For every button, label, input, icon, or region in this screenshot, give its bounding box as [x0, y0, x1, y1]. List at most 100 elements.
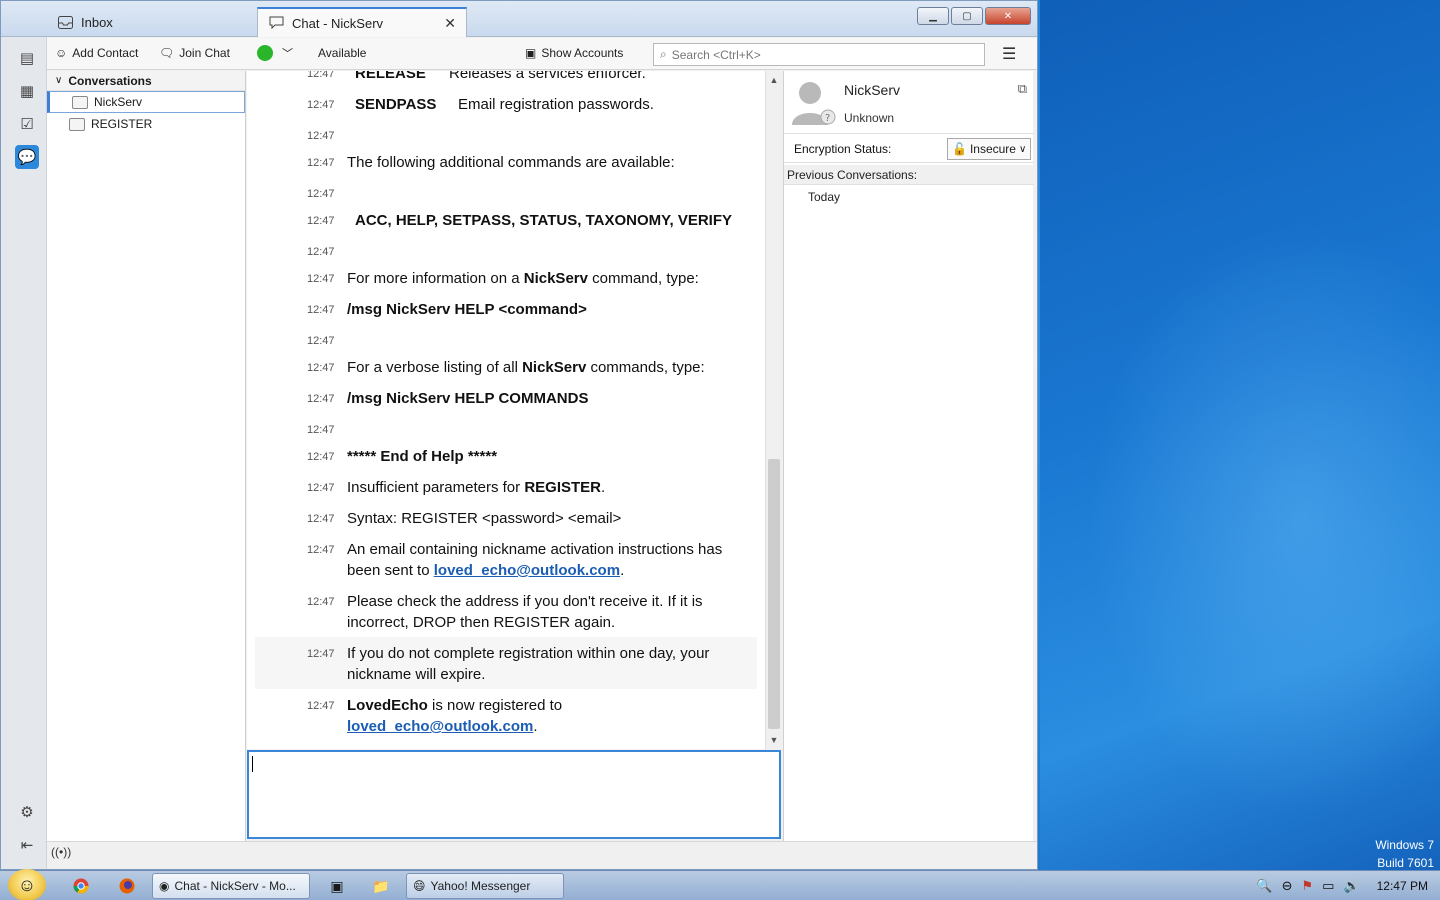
remote-desktop-icon[interactable]: ▣: [326, 874, 348, 898]
message-time: 12:47: [307, 393, 335, 405]
message-time: 12:47: [307, 188, 335, 200]
message-row-hovered: 12:47 If you do not complete registratio…: [255, 637, 757, 689]
scroll-down-icon[interactable]: ▼: [766, 733, 782, 747]
app-menu-icon[interactable]: ☰: [1002, 44, 1016, 64]
chat-scrollbar[interactable]: ▲ ▼: [765, 71, 781, 749]
close-tab-icon[interactable]: ✕: [444, 15, 456, 32]
command-name: SENDPASS: [355, 96, 437, 113]
scroll-up-icon[interactable]: ▲: [766, 73, 782, 87]
start-button[interactable]: ☺: [8, 869, 46, 900]
minimize-button[interactable]: ▁: [917, 7, 949, 25]
message-time: 12:47: [307, 648, 335, 660]
email-link[interactable]: loved_echo@outlook.com: [434, 562, 620, 579]
message-text: commands, type:: [586, 359, 705, 376]
chevron-down-icon: ∨: [55, 75, 63, 86]
encryption-row: Encryption Status: 🔓 Insecure ∨: [784, 133, 1034, 163]
message-time: 12:47: [307, 273, 335, 285]
firefox-icon[interactable]: [116, 874, 138, 898]
title-bar: Inbox Chat - NickServ ✕ ▁ ▢ ✕: [1, 1, 1037, 37]
join-chat-button[interactable]: 🗨 Join Chat: [159, 46, 230, 60]
calendar-icon[interactable]: ▦: [15, 79, 39, 103]
clock[interactable]: 12:47 PM: [1377, 879, 1428, 893]
message-time: 12:47: [307, 71, 335, 80]
message-input[interactable]: [247, 750, 781, 839]
tab-inbox[interactable]: Inbox: [47, 7, 257, 37]
show-accounts-button[interactable]: ▣ Show Accounts: [525, 46, 623, 60]
message-text: .: [601, 479, 606, 496]
encryption-label: Encryption Status:: [794, 142, 892, 156]
conversation-icon: [72, 95, 88, 109]
message-time: 12:47: [307, 304, 335, 316]
message-bold: NickServ: [523, 270, 588, 287]
status-label: Available: [318, 46, 367, 60]
command-name: RELEASE: [355, 71, 426, 82]
message-time: 12:47: [307, 99, 335, 111]
encryption-select[interactable]: 🔓 Insecure ∨: [947, 138, 1031, 160]
connection-status-icon[interactable]: ((•)): [51, 845, 71, 859]
volume-icon[interactable]: 🔊: [1343, 878, 1359, 894]
message-time: 12:47: [307, 130, 335, 142]
message-body: /msg NickServ HELP <command>: [347, 299, 757, 320]
text-caret: [252, 756, 253, 772]
close-window-button[interactable]: ✕: [985, 7, 1031, 25]
message-text: Insufficient parameters for: [347, 479, 525, 496]
scrollbar-thumb[interactable]: [768, 459, 780, 729]
chat-space-icon[interactable]: 💬: [15, 145, 39, 169]
collapse-spaces-icon[interactable]: ⇤: [15, 833, 39, 857]
search-input[interactable]: ⌕ Search <Ctrl+K>: [653, 43, 985, 66]
thunderbird-window: ✉ ▤ ▦ ☑ 💬 ⚙ ⇤ Inbox Chat - NickServ ✕ ▁ …: [0, 0, 1038, 870]
spaces-toolbar: ✉ ▤ ▦ ☑ 💬 ⚙ ⇤: [1, 1, 47, 869]
message-bold: REGISTER: [524, 479, 601, 496]
end-of-help: ***** End of Help *****: [347, 448, 498, 465]
settings-gear-icon[interactable]: ⚙: [15, 800, 39, 824]
accounts-icon: ▣: [525, 46, 537, 60]
conversation-label: REGISTER: [91, 117, 153, 131]
email-link[interactable]: loved_echo@outlook.com: [347, 718, 533, 735]
action-center-icon[interactable]: ⚑: [1301, 878, 1313, 894]
message-time: 12:47: [307, 157, 335, 169]
contact-name: NickServ: [844, 82, 901, 98]
message-time: 12:47: [307, 700, 335, 712]
message-time: 12:47: [307, 362, 335, 374]
windows-watermark: Windows 7 Build 7601: [1375, 836, 1434, 872]
conversations-group-header[interactable]: ∨ Conversations: [47, 71, 245, 91]
message-text: is now registered to: [427, 697, 563, 714]
tasks-icon[interactable]: ☑: [15, 112, 39, 136]
message-text: .: [620, 562, 625, 579]
taskbar-item-thunderbird[interactable]: ◉ Chat - NickServ - Mo...: [152, 873, 310, 899]
chrome-icon[interactable]: [70, 874, 92, 898]
search-tray-icon[interactable]: 🔍: [1256, 878, 1272, 894]
contact-info-pane: ? NickServ Unknown ⧉ Encryption Status: …: [783, 71, 1034, 841]
address-book-icon[interactable]: ▤: [15, 46, 39, 70]
tab-chat-nickserv[interactable]: Chat - NickServ ✕: [257, 7, 467, 37]
message-time: 12:47: [307, 215, 335, 227]
message-body: Insufficient parameters for REGISTER.: [347, 477, 757, 498]
network-icon[interactable]: ▭: [1322, 878, 1334, 894]
conversation-item-register[interactable]: REGISTER: [47, 113, 245, 135]
conversation-item-nickserv[interactable]: NickServ: [47, 91, 245, 113]
join-chat-icon: 🗨: [159, 46, 175, 60]
conversation-icon: [69, 117, 85, 131]
maximize-button[interactable]: ▢: [951, 7, 983, 25]
message-body: An email containing nickname activation …: [347, 539, 757, 581]
conversation-label: NickServ: [94, 95, 143, 109]
messenger-tray-icon[interactable]: ⊖: [1282, 878, 1293, 894]
insecure-lock-icon: 🔓: [952, 142, 967, 156]
message-bold: NickServ: [522, 359, 587, 376]
status-selector[interactable]: ﹀ Available: [257, 45, 366, 61]
message-body: Syntax: REGISTER <password> <email>: [347, 510, 622, 527]
popout-icon[interactable]: ⧉: [1018, 81, 1027, 97]
message-body: ACC, HELP, SETPASS, STATUS, TAXONOMY, VE…: [355, 210, 765, 231]
add-contact-button[interactable]: ☺ Add Contact: [55, 46, 138, 60]
conversations-pane: ∨ Conversations NickServ REGISTER: [47, 71, 246, 841]
status-available-icon: [257, 45, 273, 61]
search-placeholder: Search <Ctrl+K>: [671, 47, 761, 62]
command-example: /msg NickServ HELP <command>: [347, 301, 587, 318]
folder-icon[interactable]: 📁: [370, 874, 392, 898]
taskbar-item-yahoo-messenger[interactable]: 😄 Yahoo! Messenger: [406, 873, 564, 899]
message-time: 12:47: [307, 335, 335, 347]
previous-conversation-item[interactable]: Today: [808, 190, 840, 204]
message-time: 12:47: [307, 424, 335, 436]
message-time: 12:47: [307, 246, 335, 258]
taskbar-item-label: Yahoo! Messenger: [430, 879, 531, 893]
